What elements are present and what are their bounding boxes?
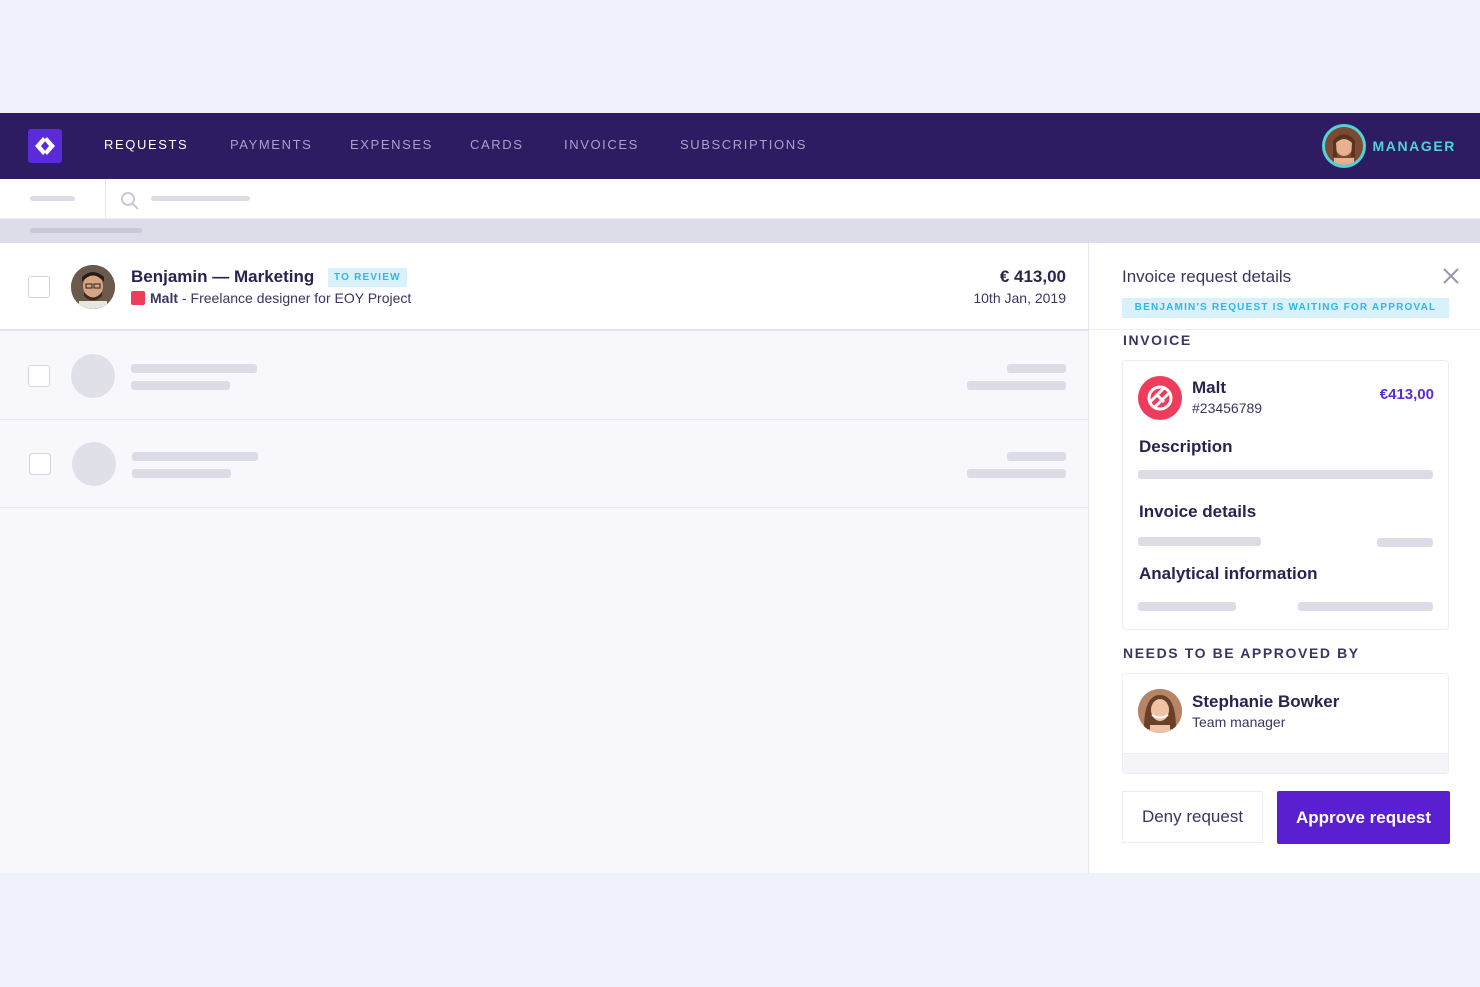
panel-title: Invoice request details	[1122, 267, 1292, 286]
search-input[interactable]	[151, 196, 250, 201]
description-placeholder	[1138, 470, 1433, 479]
invoice-number: #23456789	[1192, 400, 1263, 416]
text-placeholder	[967, 469, 1066, 478]
list-header	[0, 219, 1480, 243]
nav-tab-cards[interactable]: CARDS	[470, 137, 524, 152]
row-title: Benjamin — Marketing	[131, 267, 315, 286]
text-placeholder	[132, 452, 258, 461]
approver-role: Team manager	[1192, 714, 1286, 730]
approval-section-label: NEEDS TO BE APPROVED BY	[1123, 645, 1360, 661]
text-placeholder	[1007, 364, 1066, 373]
filter-placeholder[interactable]	[30, 196, 75, 201]
close-icon[interactable]	[1442, 267, 1460, 285]
divider	[1089, 329, 1480, 330]
text-placeholder	[131, 381, 230, 390]
avatar[interactable]	[1322, 124, 1367, 168]
text-placeholder	[1007, 452, 1066, 461]
row-description: - Freelance designer for EOY Project	[182, 290, 412, 306]
details-placeholder	[1138, 537, 1261, 546]
invoice-detail-panel: Invoice request details BENJAMIN'S REQUE…	[1088, 243, 1480, 873]
table-row-placeholder	[0, 420, 1088, 508]
nav-tab-subscriptions[interactable]: SUBSCRIPTIONS	[680, 137, 807, 152]
avatar	[1138, 689, 1182, 733]
user-menu[interactable]: MANAGER	[1322, 123, 1456, 169]
vendor-name: Malt	[1192, 378, 1226, 397]
approver-name: Stephanie Bowker	[1192, 692, 1340, 711]
approve-request-button[interactable]: Approve request	[1277, 791, 1450, 844]
avatar	[71, 265, 115, 309]
nav-tab-requests[interactable]: REQUESTS	[104, 137, 188, 152]
request-list: Benjamin — Marketing TO REVIEW Malt - Fr…	[0, 243, 1088, 873]
row-amount: € 413,00	[999, 267, 1066, 286]
divider	[105, 179, 106, 219]
description-heading[interactable]: Description	[1139, 437, 1233, 457]
logo-icon[interactable]	[28, 129, 62, 163]
nav-tab-invoices[interactable]: INVOICES	[564, 137, 639, 152]
status-banner: BENJAMIN'S REQUEST IS WAITING FOR APPROV…	[1122, 298, 1449, 318]
details-placeholder	[1377, 538, 1433, 547]
row-subtitle: Malt - Freelance designer for EOY Projec…	[131, 290, 411, 306]
search-icon[interactable]	[120, 191, 140, 211]
text-placeholder	[132, 469, 231, 478]
analytics-placeholder	[1298, 602, 1433, 611]
table-row[interactable]: Benjamin — Marketing TO REVIEW Malt - Fr…	[0, 243, 1088, 331]
text-placeholder	[131, 364, 257, 373]
text-placeholder	[967, 381, 1066, 390]
analytical-info-heading[interactable]: Analytical information	[1139, 564, 1318, 584]
invoice-details-heading[interactable]: Invoice details	[1139, 502, 1256, 522]
malt-logo-icon	[1138, 376, 1182, 420]
list-header-placeholder	[30, 228, 142, 233]
top-nav: REQUESTS PAYMENTS EXPENSES CARDS INVOICE…	[0, 113, 1480, 179]
row-checkbox[interactable]	[29, 453, 51, 475]
invoice-amount: €413,00	[1379, 386, 1434, 403]
deny-request-button[interactable]: Deny request	[1122, 791, 1263, 843]
row-checkbox[interactable]	[28, 276, 50, 298]
malt-logo-icon	[131, 291, 145, 305]
avatar-placeholder	[71, 354, 115, 398]
approver-card: Stephanie Bowker Team manager	[1122, 673, 1449, 774]
vendor-name: Malt	[150, 290, 178, 306]
table-row-placeholder	[0, 332, 1088, 420]
analytics-placeholder	[1138, 602, 1236, 611]
app-window: REQUESTS PAYMENTS EXPENSES CARDS INVOICE…	[0, 113, 1480, 873]
row-checkbox[interactable]	[28, 365, 50, 387]
row-date: 10th Jan, 2019	[973, 290, 1066, 306]
status-badge: TO REVIEW	[328, 268, 407, 287]
user-role-label: MANAGER	[1372, 138, 1456, 154]
invoice-card: Malt #23456789 €413,00 Description Invoi…	[1122, 360, 1449, 630]
avatar-placeholder	[72, 442, 116, 486]
nav-tab-payments[interactable]: PAYMENTS	[230, 137, 312, 152]
card-footer	[1123, 753, 1448, 773]
nav-tab-expenses[interactable]: EXPENSES	[350, 137, 433, 152]
invoice-section-label: INVOICE	[1123, 332, 1192, 348]
toolbar	[0, 179, 1480, 219]
